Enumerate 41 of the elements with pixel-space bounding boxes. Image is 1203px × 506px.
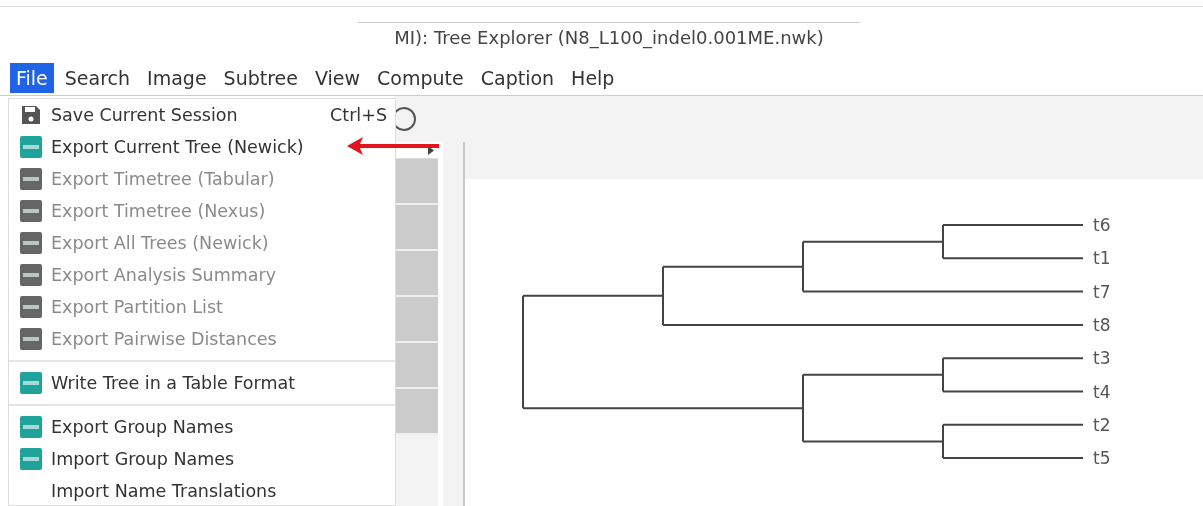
side-panel-cell[interactable] bbox=[394, 297, 438, 343]
tile-icon bbox=[19, 200, 42, 222]
menu-bar-item[interactable]: View bbox=[309, 62, 367, 93]
menu-item[interactable]: Save Current Session Ctrl+S bbox=[9, 99, 395, 131]
menu-bar-item[interactable]: File bbox=[10, 62, 54, 93]
leaf-label: t8 bbox=[1093, 314, 1111, 335]
side-panel-cell[interactable] bbox=[394, 251, 438, 297]
side-panel-cell[interactable] bbox=[394, 343, 438, 389]
menu-bar-item[interactable]: Help bbox=[565, 62, 621, 93]
menu-item[interactable]: Export Current Tree (Newick) bbox=[9, 131, 395, 163]
tile-icon bbox=[19, 448, 42, 470]
leaf-label: t2 bbox=[1093, 414, 1111, 435]
triangle-icon[interactable] bbox=[428, 145, 434, 155]
menu-bar-item[interactable]: Caption bbox=[474, 62, 561, 93]
menu-bar-item[interactable]: Compute bbox=[371, 62, 470, 93]
leaf-label: t5 bbox=[1093, 448, 1111, 469]
tile-icon bbox=[19, 328, 42, 350]
menu-item[interactable]: Import Name Translations bbox=[9, 475, 395, 506]
save-icon bbox=[19, 104, 42, 126]
leaf-label: t3 bbox=[1093, 348, 1111, 369]
side-panel-cell[interactable] bbox=[394, 205, 438, 251]
tile-icon bbox=[19, 372, 42, 394]
tile-icon bbox=[19, 136, 42, 158]
menu-bar-item[interactable]: Subtree bbox=[217, 62, 304, 93]
leaf-label: t4 bbox=[1093, 381, 1111, 402]
menu-bar-item[interactable]: Search bbox=[58, 62, 137, 93]
leaf-label: t7 bbox=[1093, 281, 1111, 302]
menu-bar-item[interactable]: Image bbox=[141, 62, 213, 93]
tile-icon bbox=[19, 264, 42, 286]
side-panel-cell[interactable] bbox=[394, 389, 438, 435]
tile-icon bbox=[19, 232, 42, 254]
menu-item[interactable]: Write Tree in a Table Format bbox=[9, 367, 395, 399]
side-panel-cell[interactable] bbox=[394, 159, 438, 205]
window-title: MI): Tree Explorer (N8_L100_indel0.001ME.nwk) bbox=[358, 22, 860, 52]
tile-icon bbox=[19, 168, 42, 190]
menu-item[interactable]: Export Group Names bbox=[9, 411, 395, 443]
leaf-label: t1 bbox=[1093, 248, 1111, 269]
tile-icon bbox=[19, 416, 42, 438]
tile-icon bbox=[19, 296, 42, 318]
leaf-label: t6 bbox=[1093, 215, 1111, 235]
menu-item[interactable]: Import Group Names bbox=[9, 443, 395, 475]
